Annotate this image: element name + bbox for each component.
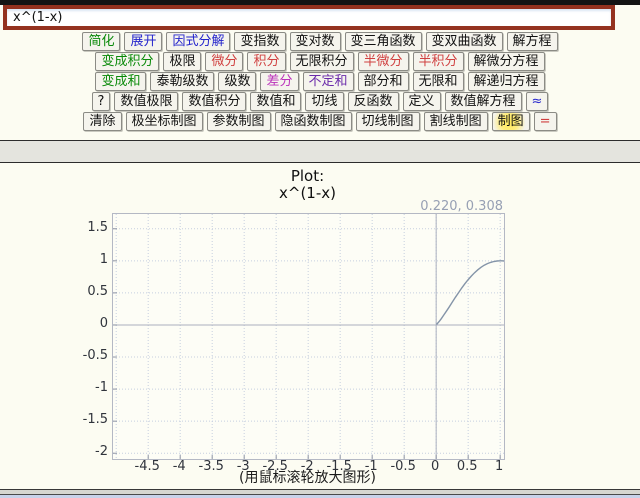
toolbar-button[interactable]: 解递归方程 bbox=[468, 72, 545, 91]
toolbar-button[interactable]: 变指数 bbox=[234, 32, 285, 51]
toolbar-button[interactable]: 解微分方程 bbox=[468, 52, 545, 71]
toolbar-button[interactable]: 因式分解 bbox=[166, 32, 230, 51]
toolbar-button[interactable]: 部分和 bbox=[358, 72, 409, 91]
toolbar-button[interactable]: ? bbox=[92, 92, 111, 111]
y-tick-label: -0.5 bbox=[83, 348, 108, 363]
toolbar-button[interactable]: 展开 bbox=[124, 32, 162, 51]
cursor-coordinates: 0.220, 0.308 bbox=[420, 199, 503, 214]
toolbar-button[interactable]: 变双曲函数 bbox=[426, 32, 503, 51]
toolbar-button[interactable]: 微分 bbox=[205, 52, 243, 71]
toolbar-button[interactable]: ≈ bbox=[526, 92, 549, 111]
y-tick-label: -2 bbox=[95, 444, 108, 459]
y-tick-label: 1 bbox=[100, 252, 108, 267]
toolbar-button[interactable]: 数值解方程 bbox=[445, 92, 522, 111]
y-tick-label: -1.5 bbox=[83, 412, 108, 427]
toolbar-button[interactable]: 解方程 bbox=[507, 32, 558, 51]
y-tick-label: -1 bbox=[95, 380, 108, 395]
toolbar-button[interactable]: 极限 bbox=[163, 52, 201, 71]
toolbar-row: ?数值极限数值积分数值和切线反函数定义数值解方程≈ bbox=[0, 92, 640, 111]
app-window: 简化展开因式分解变指数变对数变三角函数变双曲函数解方程变成积分极限微分积分无限积… bbox=[0, 0, 640, 498]
toolbar-button[interactable]: 无限积分 bbox=[290, 52, 354, 71]
toolbar: 简化展开因式分解变指数变对数变三角函数变双曲函数解方程变成积分极限微分积分无限积… bbox=[0, 32, 640, 132]
toolbar-button[interactable]: 无限和 bbox=[413, 72, 464, 91]
toolbar-row: 简化展开因式分解变指数变对数变三角函数变双曲函数解方程 bbox=[0, 32, 640, 51]
toolbar-button[interactable]: 定义 bbox=[403, 92, 441, 111]
toolbar-row: 变成和泰勒级数级数差分不定和部分和无限和解递归方程 bbox=[0, 72, 640, 91]
plot-title: Plot: bbox=[112, 167, 503, 185]
toolbar-row: 变成积分极限微分积分无限积分半微分半积分解微分方程 bbox=[0, 52, 640, 71]
toolbar-button[interactable]: 不定和 bbox=[303, 72, 354, 91]
toolbar-button[interactable]: 数值极限 bbox=[114, 92, 178, 111]
toolbar-button[interactable]: 制图 bbox=[492, 112, 530, 131]
toolbar-button[interactable]: 切线制图 bbox=[356, 112, 420, 131]
toolbar-button[interactable]: 清除 bbox=[83, 112, 121, 131]
toolbar-button[interactable]: 隐函数制图 bbox=[275, 112, 352, 131]
toolbar-button[interactable]: 参数制图 bbox=[207, 112, 271, 131]
plot-caption: (用鼠标滚轮放大图形) bbox=[112, 467, 503, 487]
toolbar-button[interactable]: 极坐标制图 bbox=[126, 112, 203, 131]
toolbar-button[interactable]: 变三角函数 bbox=[345, 32, 422, 51]
toolbar-button[interactable]: 积分 bbox=[247, 52, 285, 71]
toolbar-button[interactable]: 变成和 bbox=[95, 72, 146, 91]
y-tick-label: 0 bbox=[100, 316, 108, 331]
toolbar-button[interactable]: 半积分 bbox=[413, 52, 464, 71]
toolbar-button[interactable]: 简化 bbox=[82, 32, 120, 51]
toolbar-button[interactable]: 数值积分 bbox=[182, 92, 246, 111]
toolbar-button[interactable]: 变成积分 bbox=[95, 52, 159, 71]
toolbar-button[interactable]: 变对数 bbox=[290, 32, 341, 51]
toolbar-button[interactable]: 割线制图 bbox=[424, 112, 488, 131]
toolbar-button[interactable]: 差分 bbox=[260, 72, 298, 91]
toolbar-button[interactable]: 级数 bbox=[218, 72, 256, 91]
toolbar-button[interactable]: = bbox=[534, 112, 557, 131]
toolbar-button[interactable]: 反函数 bbox=[348, 92, 399, 111]
plot-canvas[interactable] bbox=[112, 213, 505, 460]
y-tick-label: 1.5 bbox=[87, 220, 108, 235]
toolbar-button[interactable]: 泰勒级数 bbox=[150, 72, 214, 91]
toolbar-row: 清除极坐标制图参数制图隐函数制图切线制图割线制图制图= bbox=[0, 112, 640, 131]
toolbar-button[interactable]: 数值和 bbox=[250, 92, 301, 111]
y-tick-label: 0.5 bbox=[87, 284, 108, 299]
function-plot-svg bbox=[113, 214, 504, 459]
expression-input[interactable] bbox=[3, 5, 615, 30]
frame-divider bbox=[0, 140, 640, 163]
toolbar-button[interactable]: 半微分 bbox=[358, 52, 409, 71]
toolbar-button[interactable]: 切线 bbox=[305, 92, 343, 111]
